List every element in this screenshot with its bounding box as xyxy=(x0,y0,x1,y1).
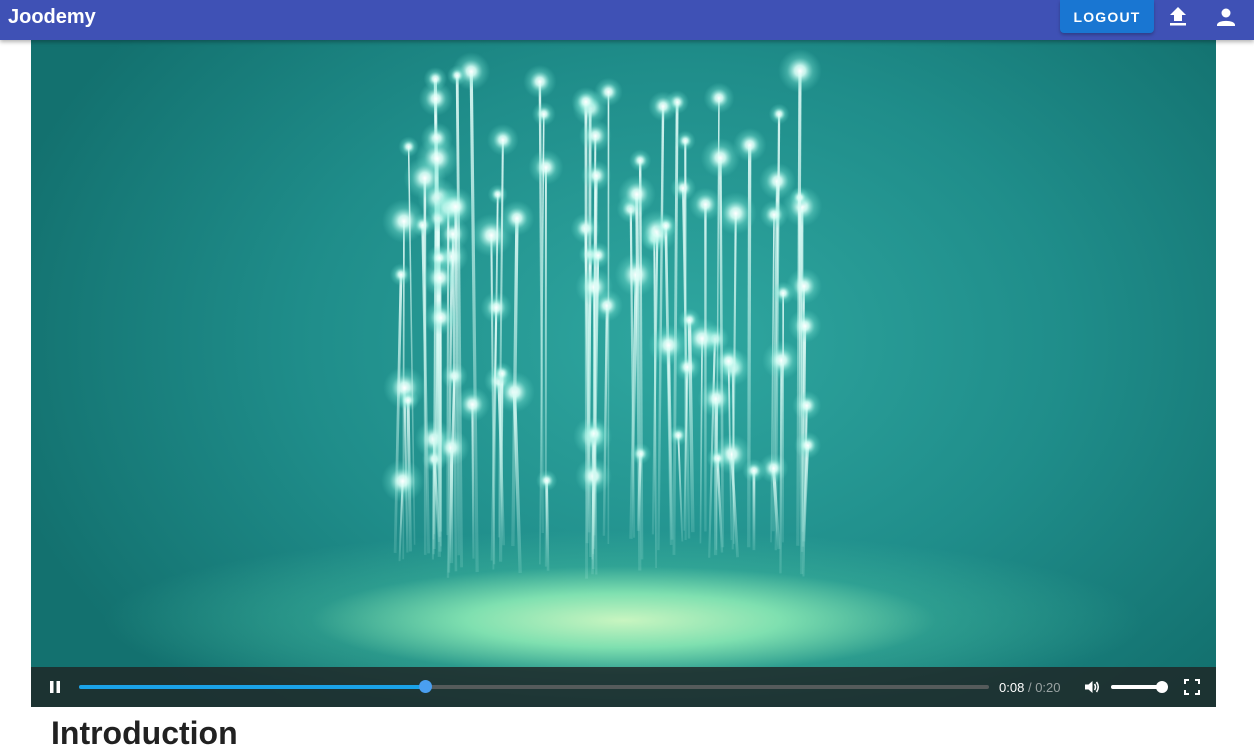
upload-icon xyxy=(1170,7,1186,26)
upload-button[interactable] xyxy=(1165,4,1191,30)
light-orb xyxy=(579,119,612,153)
volume-handle[interactable] xyxy=(1156,681,1169,693)
light-orb xyxy=(678,308,701,332)
light-orb xyxy=(648,324,689,366)
video-player[interactable]: 0:08 / 0:20 xyxy=(31,40,1216,707)
light-strand xyxy=(779,360,783,574)
light-orb xyxy=(487,184,508,205)
light-orb xyxy=(792,390,822,421)
app-bar: Joodemy LOGOUT xyxy=(0,0,1254,40)
light-orb xyxy=(762,340,801,380)
light-orb xyxy=(700,137,741,178)
account-button[interactable] xyxy=(1213,4,1239,30)
light-orb xyxy=(487,123,519,156)
current-time: 0:08 xyxy=(999,680,1025,695)
time-separator: / xyxy=(1027,680,1032,695)
seek-handle[interactable] xyxy=(418,680,432,693)
light-orb xyxy=(528,149,564,185)
pause-icon xyxy=(50,681,60,693)
volume-slider[interactable] xyxy=(1111,681,1169,693)
light-orb xyxy=(771,281,795,305)
light-orb xyxy=(654,213,678,238)
light-orb xyxy=(778,48,822,93)
light-orb xyxy=(389,263,413,286)
light-orb xyxy=(768,103,790,125)
light-orb xyxy=(648,91,679,122)
light-orb xyxy=(381,459,424,503)
light-orb xyxy=(447,65,468,86)
light-orb xyxy=(421,259,459,297)
light-strand xyxy=(667,345,674,540)
light-orb xyxy=(629,149,652,172)
mute-button[interactable] xyxy=(1083,678,1101,696)
light-orb xyxy=(617,175,656,214)
fullscreen-icon xyxy=(1184,679,1200,695)
fullscreen-button[interactable] xyxy=(1183,678,1201,696)
light-orb xyxy=(571,86,601,117)
light-orb xyxy=(423,300,459,335)
light-orb xyxy=(585,242,612,269)
time-display: 0:08 / 0:20 xyxy=(999,680,1061,695)
light-strand xyxy=(602,305,609,536)
volume-level xyxy=(1111,685,1163,689)
light-orb xyxy=(436,187,475,226)
video-controls: 0:08 / 0:20 xyxy=(31,667,1216,707)
account-icon xyxy=(1217,8,1235,26)
lesson-title: Introduction xyxy=(51,715,238,751)
light-strand xyxy=(471,404,475,559)
light-orb xyxy=(742,458,766,483)
light-strand xyxy=(393,274,403,553)
seek-progress xyxy=(79,685,425,689)
light-strand xyxy=(545,480,550,571)
seek-bar[interactable] xyxy=(79,680,989,693)
light-orb xyxy=(788,309,822,343)
light-orb xyxy=(397,389,420,412)
light-orb xyxy=(703,82,735,114)
light-orb xyxy=(523,64,557,99)
volume-icon xyxy=(1085,681,1100,693)
light-orb xyxy=(499,200,535,236)
light-orb xyxy=(759,200,789,229)
light-orb xyxy=(418,81,454,116)
light-strand xyxy=(677,435,684,542)
light-strand xyxy=(796,70,802,546)
brand-logo[interactable]: Joodemy xyxy=(8,6,96,28)
light-strands xyxy=(381,48,823,579)
light-orb xyxy=(480,291,512,324)
light-orb xyxy=(398,136,419,158)
duration: 0:20 xyxy=(1035,680,1061,695)
light-orb xyxy=(531,102,556,126)
light-orb xyxy=(536,469,558,492)
pause-button[interactable] xyxy=(48,679,62,695)
light-orb xyxy=(581,160,612,191)
logout-button[interactable]: LOGOUT xyxy=(1060,0,1154,33)
video-frame xyxy=(381,48,823,579)
light-orb xyxy=(675,130,696,152)
